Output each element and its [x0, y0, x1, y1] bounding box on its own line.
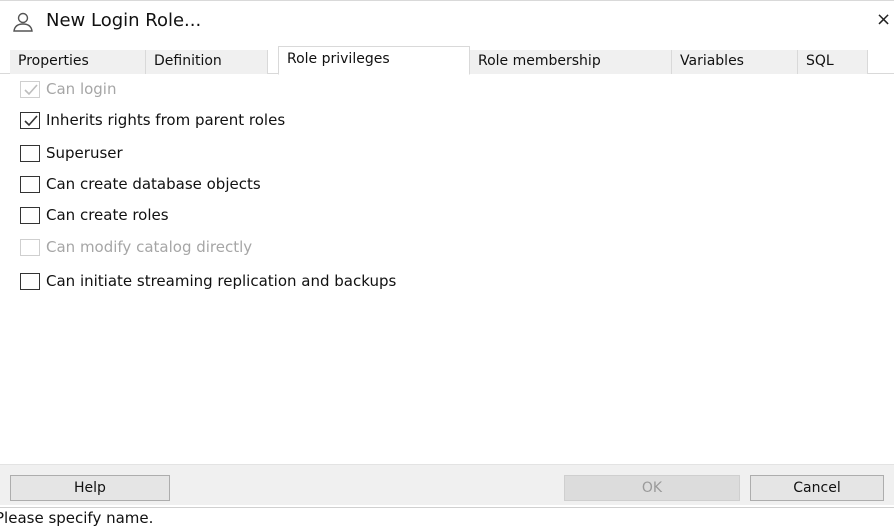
window-title: New Login Role... — [46, 10, 202, 31]
tab-role-privileges[interactable]: Role privileges — [278, 46, 470, 75]
checkbox[interactable] — [20, 239, 40, 256]
option-label: Can initiate streaming replication and b… — [46, 272, 397, 290]
option-label: Can create database objects — [46, 175, 261, 193]
title-bar: New Login Role... × — [0, 0, 894, 40]
checkbox[interactable] — [20, 145, 40, 162]
help-button[interactable]: Help — [10, 475, 170, 501]
option-label: Can create roles — [46, 206, 169, 224]
option-label: Can login — [46, 80, 117, 98]
option-label: Superuser — [46, 144, 123, 162]
tab-properties[interactable]: Properties — [10, 50, 146, 74]
checkbox[interactable] — [20, 112, 40, 129]
cancel-button[interactable]: Cancel — [750, 475, 884, 501]
tab-definition[interactable]: Definition — [146, 50, 268, 74]
tab-role-membership[interactable]: Role membership — [470, 50, 672, 74]
checkbox[interactable] — [20, 207, 40, 224]
button-bar: Help OK Cancel — [0, 464, 894, 505]
status-bar: Please specify name. — [0, 507, 894, 529]
user-role-icon — [12, 11, 34, 33]
close-icon[interactable]: × — [876, 9, 894, 30]
checkbox[interactable] — [20, 176, 40, 193]
checkbox[interactable] — [20, 81, 40, 98]
tab-bar: Properties Definition Role privileges Ro… — [0, 46, 894, 75]
tab-variables[interactable]: Variables — [672, 50, 798, 74]
checkbox[interactable] — [20, 273, 40, 290]
option-label: Inherits rights from parent roles — [46, 111, 286, 129]
tab-sql[interactable]: SQL — [798, 50, 868, 74]
status-message: Please specify name. — [0, 509, 154, 527]
option-label: Can modify catalog directly — [46, 238, 253, 256]
ok-button[interactable]: OK — [564, 475, 740, 501]
